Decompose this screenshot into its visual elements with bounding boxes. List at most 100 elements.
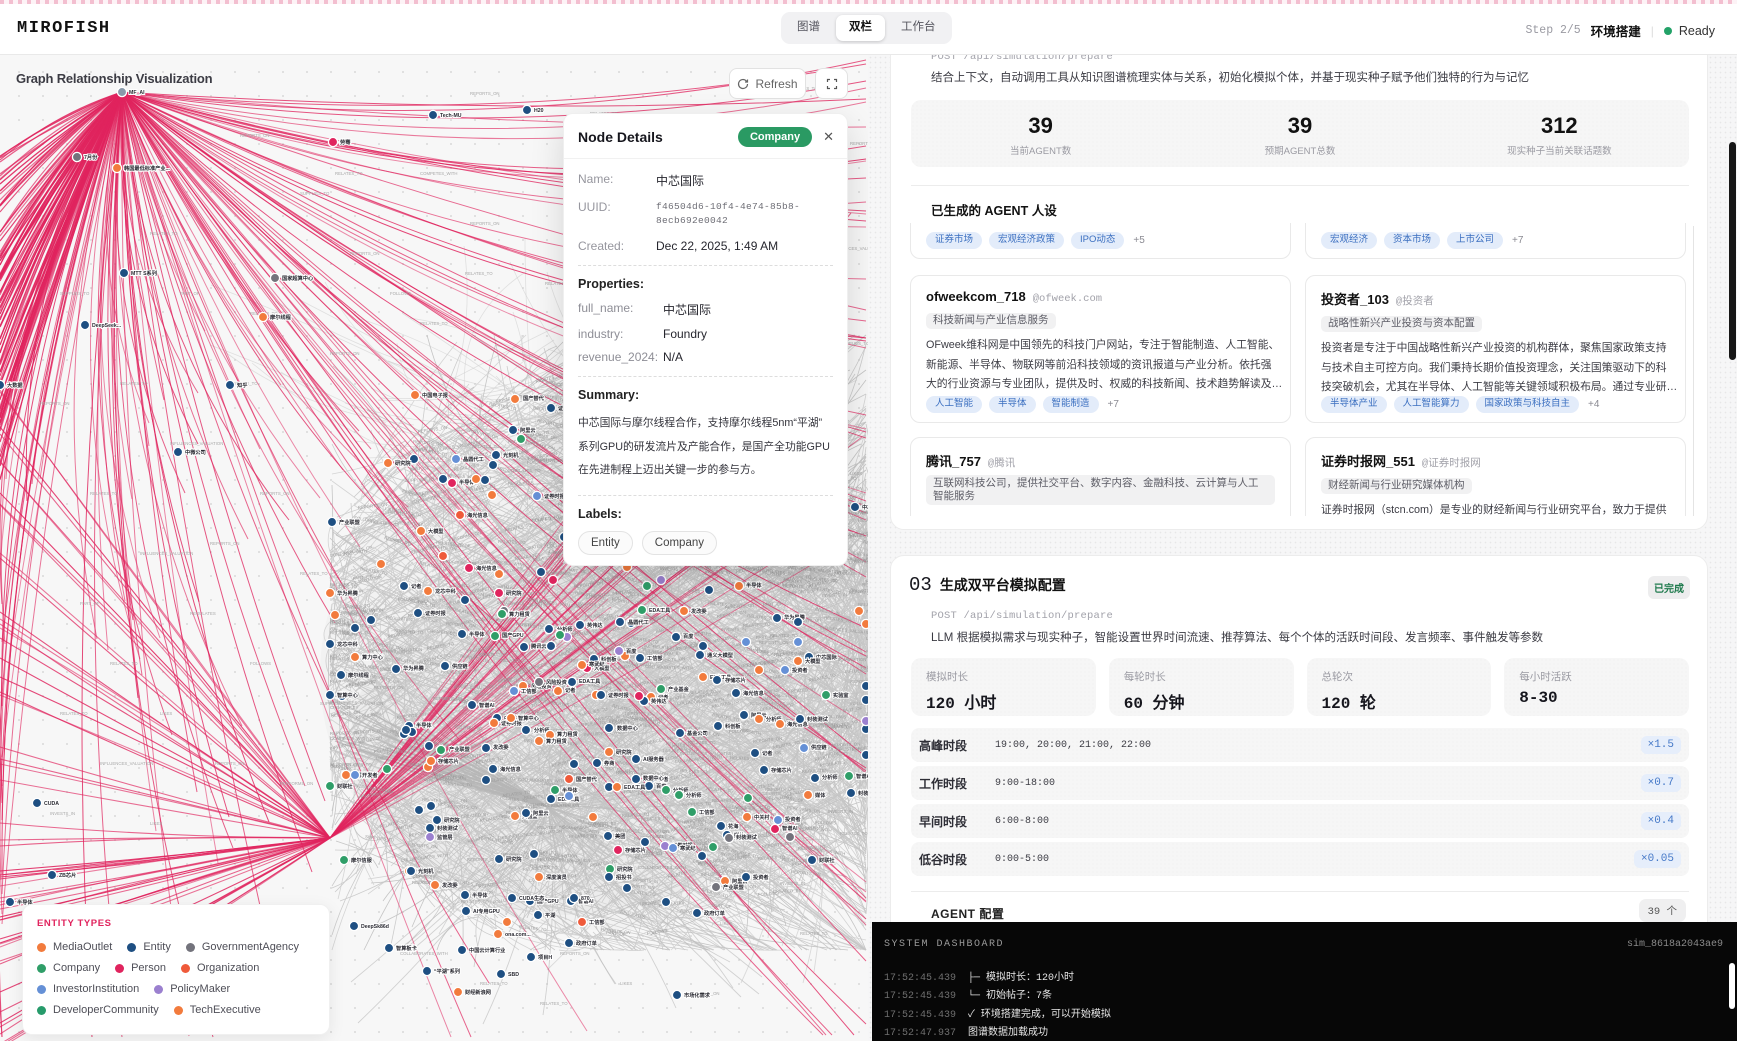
svg-text:SUPPLIES_TO: SUPPLIES_TO [300,191,330,196]
svg-text:智算中心: 智算中心 [518,714,540,722]
svg-text:晶圆代工: 晶圆代工 [463,455,485,463]
svg-text:RELATES_TO: RELATES_TO [820,751,848,756]
svg-text:PERFORMS_ON: PERFORMS_ON [280,781,313,786]
svg-text:开发者: 开发者 [362,771,378,779]
svg-text:寒武纪: 寒武纪 [680,844,696,852]
svg-text:摩尔线程: 摩尔线程 [269,313,292,321]
svg-text:大数据: 大数据 [7,381,23,389]
svg-text:PART_OF: PART_OF [712,903,732,909]
svg-text:LIKES: LIKES [688,588,700,593]
svg-text:INVESTS_IN: INVESTS_IN [828,809,853,814]
svg-text:RELATES_TO: RELATES_TO [540,1001,568,1006]
svg-text:算力租赁: 算力租赁 [509,610,530,618]
svg-text:“平湖”系列: “平湖”系列 [434,967,460,975]
svg-text:RELATES_TO: RELATES_TO [150,231,178,236]
svg-text:数据中心: 数据中心 [643,774,665,782]
svg-text:LIKES: LIKES [160,711,172,716]
svg-text:REPORTS_ON: REPORTS_ON [260,491,290,496]
svg-text:半导体: 半导体 [746,581,762,589]
svg-text:REGULATES: REGULATES [508,480,534,486]
svg-text:发改委: 发改委 [492,743,509,751]
svg-text:REGULATES: REGULATES [386,649,412,655]
svg-text:RELATES_TO: RELATES_TO [335,171,363,176]
svg-text:数据中心: 数据中心 [617,724,639,732]
svg-text:MF_AI: MF_AI [129,90,145,96]
svg-text:RELATES_TO: RELATES_TO [501,658,529,663]
svg-text:LIKES: LIKES [406,848,419,854]
svg-text:REPORTS_ON: REPORTS_ON [470,91,500,96]
svg-text:发改委: 发改委 [441,881,458,889]
svg-text:存储芯片: 存储芯片 [438,757,459,765]
svg-text:H20: H20 [534,108,544,114]
svg-text:PART_OF: PART_OF [410,465,430,472]
svg-text:SUPPLIES_TO: SUPPLIES_TO [60,291,90,296]
svg-text:百度: 百度 [683,632,694,640]
svg-text:REGULATES: REGULATES [190,611,216,616]
svg-text:项目H: 项目H [538,953,552,961]
svg-text:INVESTS_IN: INVESTS_IN [660,566,685,572]
svg-text:封装测试: 封装测试 [437,824,459,832]
svg-text:870: 870 [581,896,590,902]
svg-text:摩尔线程: 摩尔线程 [347,671,370,679]
svg-text:大模型: 大模型 [805,657,821,665]
svg-text:INFLUENCES_VALUATION: INFLUENCES_VALUATION [170,441,223,446]
svg-text:COMPETES_WITH: COMPETES_WITH [330,736,367,741]
svg-text:EDA工具: EDA工具 [624,783,646,791]
svg-text:FOLLOWS: FOLLOWS [250,661,271,666]
svg-text:AI服务器: AI服务器 [643,755,665,763]
svg-text:REPORTS_ON: REPORTS_ON [215,761,245,766]
svg-text:海光信息: 海光信息 [743,689,765,697]
svg-text:证券时报: 证券时报 [608,691,630,699]
svg-text:REPORTS_ON: REPORTS_ON [40,401,70,406]
svg-text:SUPPLIES_TO: SUPPLIES_TO [320,701,350,706]
svg-text:MTT S系列: MTT S系列 [131,269,157,277]
svg-text:FOLLOWS: FOLLOWS [840,571,861,576]
svg-text:摩尔信服: 摩尔信服 [350,856,373,864]
svg-text:实验室: 实验室 [833,691,849,699]
svg-text:记者: 记者 [762,749,773,757]
svg-text:INFLUENCES_VALUATION: INFLUENCES_VALUATION [100,761,153,766]
svg-text:REPORTS_ON: REPORTS_ON [433,696,463,701]
svg-text:工信部: 工信部 [699,808,715,816]
svg-text:记者: 记者 [565,686,576,694]
svg-text:RELATES_TO: RELATES_TO [479,652,507,657]
svg-text:工信部: 工信部 [589,918,605,926]
svg-text:AI专用GPU: AI专用GPU [473,907,500,915]
svg-text:封装测试: 封装测试 [858,789,868,797]
svg-text:华为昇腾: 华为昇腾 [403,664,425,672]
svg-text:RELATES_TO: RELATES_TO [110,661,138,666]
svg-text:算力租赁: 算力租赁 [546,737,567,745]
svg-text:花海: 花海 [728,822,739,830]
svg-text:券商: 券商 [603,759,614,767]
svg-text:基金公司: 基金公司 [686,729,708,737]
svg-text:知乎: 知乎 [237,381,248,389]
svg-text:分析师: 分析师 [686,791,702,799]
svg-text:劳骞: 劳骞 [340,138,351,146]
svg-text:SBD: SBD [508,972,519,978]
svg-text:国产替代: 国产替代 [576,775,598,783]
svg-text:记者: 记者 [411,582,422,590]
svg-text:国产GPU: 国产GPU [502,631,524,639]
svg-text:媒体: 媒体 [815,791,826,799]
svg-text:阿里云: 阿里云 [533,809,549,817]
svg-text:证券时报: 证券时报 [425,609,447,617]
svg-text:投资者: 投资者 [785,815,801,823]
svg-text:RELATES_TO: RELATES_TO [750,701,778,706]
svg-text:FOLLOWS: FOLLOWS [390,291,411,296]
svg-text:LIKES: LIKES [620,981,632,986]
svg-text:存储芯片: 存储芯片 [771,766,792,774]
svg-text:政府订单: 政府订单 [704,909,726,917]
svg-text:RELATES_TO: RELATES_TO [90,491,118,496]
svg-text:龙芯中科: 龙芯中科 [336,640,359,648]
svg-text:国家超算中心: 国家超算中心 [282,274,314,282]
svg-text:7月份: 7月份 [84,153,98,161]
svg-text:LIKES: LIKES [720,921,732,926]
svg-text:CUDA: CUDA [44,801,59,807]
svg-text:封装测试: 封装测试 [736,833,758,841]
svg-text:阿里云: 阿里云 [520,426,536,434]
svg-text:REPORTS_ON: REPORTS_ON [470,221,500,226]
svg-text:REPORTS_ON: REPORTS_ON [467,857,497,862]
svg-text:FOLLOWS: FOLLOWS [825,714,846,719]
svg-text:RELATES_TO: RELATES_TO [770,633,798,638]
svg-text:产业基金: 产业基金 [668,685,690,693]
